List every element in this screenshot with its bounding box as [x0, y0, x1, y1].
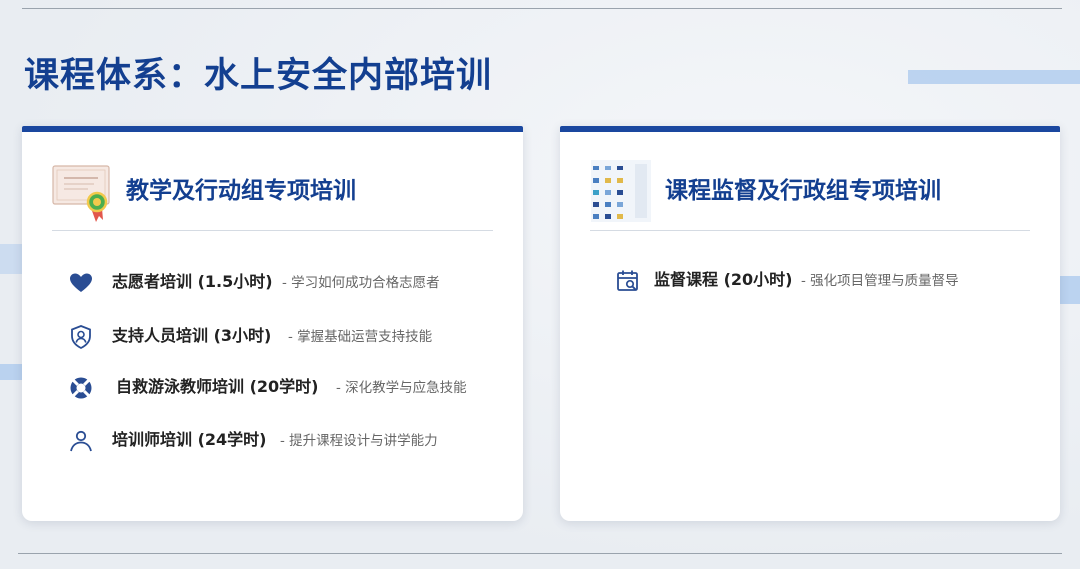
- item-name: 自救游泳教师培训 (20学时): [116, 377, 319, 396]
- training-card-teaching: 教学及行动组专项培训 志愿者培训 (1.5小时) - 学习如何成功合格志愿者 支…: [22, 126, 523, 521]
- card-divider: [590, 230, 1030, 231]
- item-desc: - 掌握基础运营支持技能: [288, 329, 433, 345]
- item-name: 支持人员培训 (3小时): [112, 326, 272, 345]
- lifebuoy-icon: [70, 377, 92, 399]
- deco-bar: [0, 364, 22, 380]
- certificate-icon: [52, 165, 110, 222]
- bottom-rule: [18, 553, 1062, 554]
- card-divider: [52, 230, 493, 231]
- item-desc: - 深化教学与应急技能: [336, 380, 467, 396]
- card-header: 教学及行动组专项培训: [22, 132, 523, 232]
- person-icon: [70, 430, 92, 452]
- training-card-supervision: 课程监督及行政组专项培训 监督课程 (20小时) - 强化项目管理与质量督导: [560, 126, 1060, 521]
- page-title: 课程体系：水上安全内部培训: [24, 56, 493, 96]
- item-name: 志愿者培训 (1.5小时): [112, 272, 273, 291]
- shield-user-icon: [71, 325, 91, 350]
- calendar-search-icon: [617, 270, 638, 291]
- top-rule: [22, 8, 1062, 9]
- item-desc: - 强化项目管理与质量督导: [801, 273, 959, 289]
- deco-bar: [1060, 276, 1080, 304]
- heart-icon: [70, 273, 92, 292]
- item-name: 监督课程 (20小时): [654, 270, 793, 289]
- deco-bar: [908, 70, 1080, 84]
- card-title: 教学及行动组专项培训: [126, 178, 356, 204]
- card-header: 课程监督及行政组专项培训: [560, 132, 1060, 232]
- item-desc: - 提升课程设计与讲学能力: [280, 433, 438, 449]
- item-name: 培训师培训 (24学时): [112, 430, 267, 449]
- item-desc: - 学习如何成功合格志愿者: [282, 275, 440, 291]
- icon-grid-icon: [591, 160, 651, 222]
- card-title: 课程监督及行政组专项培训: [665, 178, 941, 204]
